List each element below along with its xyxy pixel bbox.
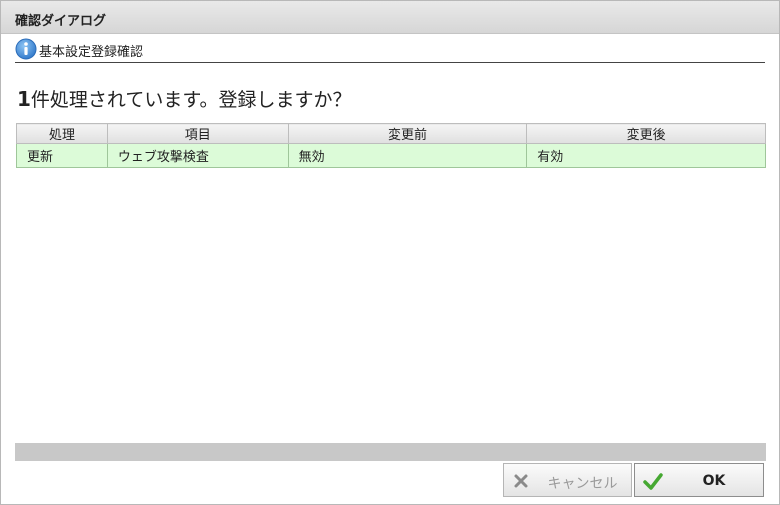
cell-item: ウェブ攻撃検査: [106, 143, 289, 168]
cancel-button-label: キャンセル: [547, 476, 618, 492]
changes-table: 処理 項目 変更前 変更後 更新 ウェブ攻撃検査 無効 有効: [16, 123, 766, 168]
ok-button[interactable]: OK: [634, 463, 764, 497]
check-icon: [643, 472, 663, 490]
cell-before: 無効: [287, 143, 528, 168]
close-icon: [512, 472, 530, 490]
table-row[interactable]: 更新 ウェブ攻撃検査 無効 有効: [16, 143, 766, 168]
column-header-action[interactable]: 処理: [16, 123, 108, 144]
column-header-before[interactable]: 変更前: [287, 123, 528, 144]
confirm-message-text: 件処理されています。登録しますか？: [30, 89, 352, 111]
dialog-title: 確認ダイアログ: [15, 14, 107, 29]
table-header-row: 処理 項目 変更前 変更後: [16, 123, 766, 144]
column-header-item[interactable]: 項目: [106, 123, 289, 144]
section-label: 基本設定登録確認: [39, 45, 144, 60]
column-header-after[interactable]: 変更後: [526, 123, 766, 144]
cell-after: 有効: [526, 143, 766, 168]
dialog-titlebar[interactable]: 確認ダイアログ: [1, 1, 779, 34]
confirm-dialog: 確認ダイアログ 基本設定登録確認 1件処理されています。登録しますか？ 処理 項…: [0, 0, 780, 505]
info-icon: [15, 38, 37, 60]
confirm-message: 1件処理されています。登録しますか？: [17, 85, 351, 112]
section-header: 基本設定登録確認: [15, 38, 765, 63]
processed-count: 1: [17, 87, 31, 111]
cell-action: 更新: [16, 143, 108, 168]
footer-bar: [15, 443, 766, 461]
cancel-button[interactable]: キャンセル: [503, 463, 632, 497]
ok-button-label: OK: [702, 473, 726, 489]
